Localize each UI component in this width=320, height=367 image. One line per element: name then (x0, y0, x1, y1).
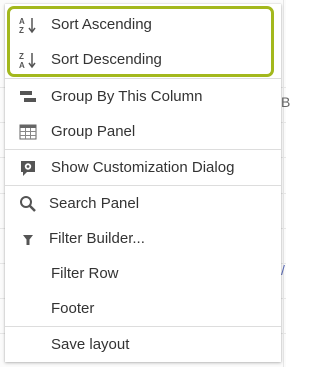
menu-item-group-by-column[interactable]: Group By This Column (5, 79, 281, 114)
sort-descending-icon: Z A (19, 51, 37, 69)
menu-item-sort-descending[interactable]: Z A Sort Descending (5, 42, 281, 77)
menu-item-sort-ascending[interactable]: A Z Sort Ascending (5, 7, 281, 42)
svg-text:A: A (19, 17, 25, 26)
background-text-fragment: / (281, 262, 285, 278)
search-icon (19, 195, 37, 213)
svg-text:Z: Z (19, 52, 24, 61)
menu-item-label: Filter Row (51, 265, 119, 282)
group-by-column-icon (19, 88, 37, 106)
menu-item-label: Save layout (51, 336, 130, 353)
menu-item-label: Sort Ascending (51, 16, 152, 33)
menu-item-label: Footer (51, 300, 95, 317)
menu-item-save-layout[interactable]: Save layout (5, 327, 281, 362)
filter-icon (19, 230, 37, 248)
svg-text:Z: Z (19, 26, 24, 34)
svg-text:A: A (19, 61, 25, 69)
menu-item-show-customization-dialog[interactable]: Show Customization Dialog (5, 150, 281, 185)
menu-item-footer[interactable]: Footer (5, 291, 281, 326)
column-context-menu: A Z Sort Ascending Z A Sort Descending G… (5, 4, 281, 362)
menu-item-label: Show Customization Dialog (51, 159, 235, 176)
background-text-fragment: B (281, 94, 291, 110)
group-panel-icon (19, 123, 37, 141)
menu-item-filter-row[interactable]: Filter Row (5, 256, 281, 291)
customization-icon (19, 159, 37, 177)
menu-item-search-panel[interactable]: Search Panel (5, 186, 281, 221)
menu-item-group-panel[interactable]: Group Panel (5, 114, 281, 149)
menu-item-filter-builder[interactable]: Filter Builder... (5, 221, 281, 256)
menu-item-label: Group By This Column (51, 88, 203, 105)
menu-item-label: Search Panel (49, 195, 140, 212)
sort-ascending-icon: A Z (19, 16, 37, 34)
menu-item-label: Filter Builder... (49, 230, 145, 247)
menu-item-label: Sort Descending (51, 51, 162, 68)
menu-item-label: Group Panel (51, 123, 136, 140)
